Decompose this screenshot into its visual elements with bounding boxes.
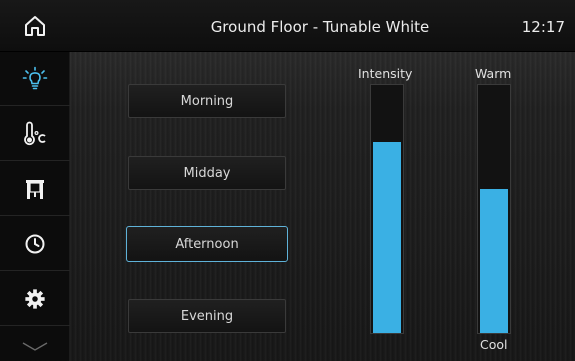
header-bar: Ground Floor - Tunable White 12:17 bbox=[0, 0, 575, 52]
clock-icon bbox=[25, 234, 45, 253]
lightbulb-icon bbox=[22, 66, 48, 89]
chevron-down-icon bbox=[22, 341, 48, 351]
sidebar-scroll-down[interactable] bbox=[0, 332, 70, 361]
intensity-slider[interactable] bbox=[370, 84, 404, 334]
scene-button-afternoon[interactable]: Afternoon bbox=[126, 226, 288, 262]
blinds-icon bbox=[26, 179, 44, 199]
clock-time: 12:17 bbox=[521, 18, 565, 36]
gear-icon bbox=[25, 288, 45, 309]
screen: Ground Floor - Tunable White 12:17 Morni… bbox=[0, 0, 575, 361]
sidebar-item-climate[interactable] bbox=[0, 107, 70, 161]
home-button[interactable] bbox=[0, 0, 70, 52]
scene-button-midday[interactable]: Midday bbox=[128, 156, 286, 190]
sidebar-item-schedule[interactable] bbox=[0, 217, 70, 271]
intensity-label: Intensity bbox=[358, 66, 413, 81]
sidebar-item-lighting[interactable] bbox=[0, 52, 70, 106]
home-icon bbox=[25, 16, 45, 36]
warmth-slider-fill bbox=[480, 189, 508, 333]
page-title: Ground Floor - Tunable White bbox=[210, 18, 430, 36]
warm-label: Warm bbox=[475, 66, 512, 81]
intensity-slider-fill bbox=[373, 142, 401, 333]
scene-button-morning[interactable]: Morning bbox=[128, 84, 286, 118]
thermometer-celsius-icon bbox=[24, 121, 46, 145]
sidebar bbox=[0, 52, 70, 361]
warmth-slider[interactable] bbox=[477, 84, 511, 334]
sidebar-item-settings[interactable] bbox=[0, 272, 70, 326]
sidebar-item-blinds[interactable] bbox=[0, 162, 70, 216]
cool-label: Cool bbox=[480, 337, 508, 352]
scene-button-evening[interactable]: Evening bbox=[128, 299, 286, 333]
